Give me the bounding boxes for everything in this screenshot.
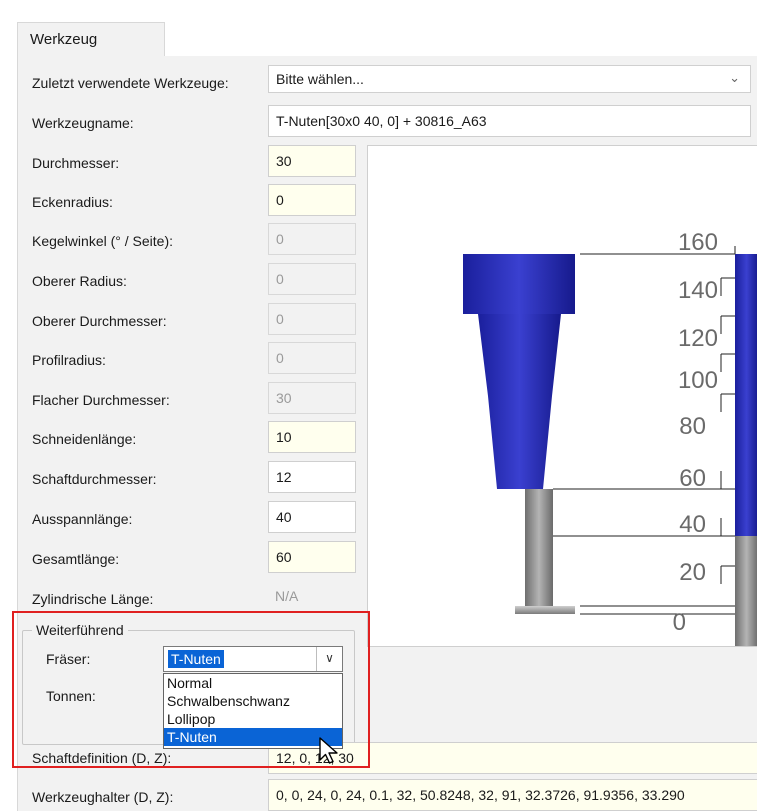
durchmesser-label: Durchmesser: <box>32 155 120 171</box>
holder-right-edge <box>735 254 757 536</box>
ruler-tick <box>720 353 735 372</box>
ruler-tick <box>580 605 735 615</box>
tool-name-input[interactable]: T-Nuten[30x0 40, 0] + 30816_A63 <box>268 105 751 137</box>
fraeser-label: Fräser: <box>46 651 91 667</box>
oberer-radius-label: Oberer Radius: <box>32 273 127 289</box>
ruler-tick <box>720 393 735 412</box>
schaftdurchmesser-input[interactable]: 12 <box>268 461 356 493</box>
ruler-tick <box>553 471 735 490</box>
tool-holder-input[interactable]: 0, 0, 24, 0, 24, 0.1, 32, 50.8248, 32, 9… <box>268 779 757 811</box>
profilradius-input: 0 <box>268 342 356 374</box>
fraeser-dropdown-list: Normal Schwalbenschwanz Lollipop T-Nuten <box>163 673 343 749</box>
kegelwinkel-label: Kegelwinkel (° / Seite): <box>32 233 173 249</box>
ruler-label: 100 <box>678 367 718 394</box>
tool-preview: 160 140 120 100 80 60 40 20 0 <box>367 145 757 647</box>
ausspannlaenge-input[interactable]: 40 <box>268 501 356 533</box>
flacher-durchmesser-input: 30 <box>268 382 356 414</box>
ruler-tick <box>720 315 735 334</box>
recent-tools-value: Bitte wählen... <box>276 71 364 87</box>
eckenradius-input[interactable]: 0 <box>268 184 356 216</box>
flacher-durchmesser-label: Flacher Durchmesser: <box>32 392 170 408</box>
tool-name-label: Werkzeugname: <box>32 115 134 131</box>
ruler-label: 60 <box>679 465 706 492</box>
tab-strip: Werkzeug <box>0 0 757 56</box>
fraeser-select[interactable]: T-Nuten ∨ <box>163 646 343 672</box>
shaft-right <box>525 489 553 607</box>
ruler-tick <box>553 518 735 537</box>
holder-top <box>463 254 575 314</box>
shaft-definition-label: Schaftdefinition (D, Z): <box>32 750 172 766</box>
durchmesser-input[interactable]: 30 <box>268 145 356 177</box>
eckenradius-label: Eckenradius: <box>32 194 113 210</box>
tonnen-label: Tonnen: <box>46 688 96 704</box>
oberer-radius-input: 0 <box>268 263 356 295</box>
ruler-label: 80 <box>679 413 706 440</box>
cutter-disc <box>515 606 575 614</box>
oberer-durchmesser-label: Oberer Durchmesser: <box>32 313 167 329</box>
chevron-down-icon[interactable]: ∨ <box>316 647 342 671</box>
ruler-label: 40 <box>679 511 706 538</box>
dropdown-option-normal[interactable]: Normal <box>164 674 342 692</box>
profilradius-label: Profilradius: <box>32 352 106 368</box>
dropdown-option-lollipop[interactable]: Lollipop <box>164 710 342 728</box>
ruler-label: 120 <box>678 325 718 352</box>
tab-werkzeug[interactable]: Werkzeug <box>17 22 165 56</box>
tool-preview-drawing: 160 140 120 100 80 60 40 20 0 <box>463 229 757 646</box>
shaft-right-edge <box>735 536 757 646</box>
tool-holder-label: Werkzeughalter (D, Z): <box>32 789 174 805</box>
kegelwinkel-input: 0 <box>268 223 356 255</box>
zylindrische-laenge-value: N/A <box>268 581 356 613</box>
ruler-label: 140 <box>678 277 718 304</box>
oberer-durchmesser-input: 0 <box>268 303 356 335</box>
ruler-tick <box>720 277 735 296</box>
schaftdurchmesser-label: Schaftdurchmesser: <box>32 471 157 487</box>
recent-tools-label: Zuletzt verwendete Werkzeuge: <box>32 75 229 91</box>
ruler-label: 160 <box>678 229 718 256</box>
advanced-group-title: Weiterführend <box>32 622 128 638</box>
gesamtlaenge-label: Gesamtlänge: <box>32 551 120 567</box>
recent-tools-dropdown[interactable]: Bitte wählen... ⌄ <box>268 65 751 93</box>
fraeser-select-value: T-Nuten <box>168 650 224 668</box>
schneidenlaenge-label: Schneidenlänge: <box>32 431 137 447</box>
ruler-label: 20 <box>679 559 706 586</box>
schneidenlaenge-input[interactable]: 10 <box>268 421 356 453</box>
chevron-down-icon: ⌄ <box>729 70 740 85</box>
ruler: 160 140 120 100 80 60 40 20 0 <box>553 229 736 636</box>
zylindrische-laenge-label: Zylindrische Länge: <box>32 591 154 607</box>
mouse-cursor-icon <box>319 737 338 764</box>
dropdown-option-schwalbenschwanz[interactable]: Schwalbenschwanz <box>164 692 342 710</box>
holder-taper <box>478 314 561 489</box>
ausspannlaenge-label: Ausspannlänge: <box>32 511 133 527</box>
ruler-tick <box>720 565 735 584</box>
ruler-label: 0 <box>673 609 686 636</box>
gesamtlaenge-input[interactable]: 60 <box>268 541 356 573</box>
dropdown-option-t-nuten[interactable]: T-Nuten <box>164 728 342 746</box>
